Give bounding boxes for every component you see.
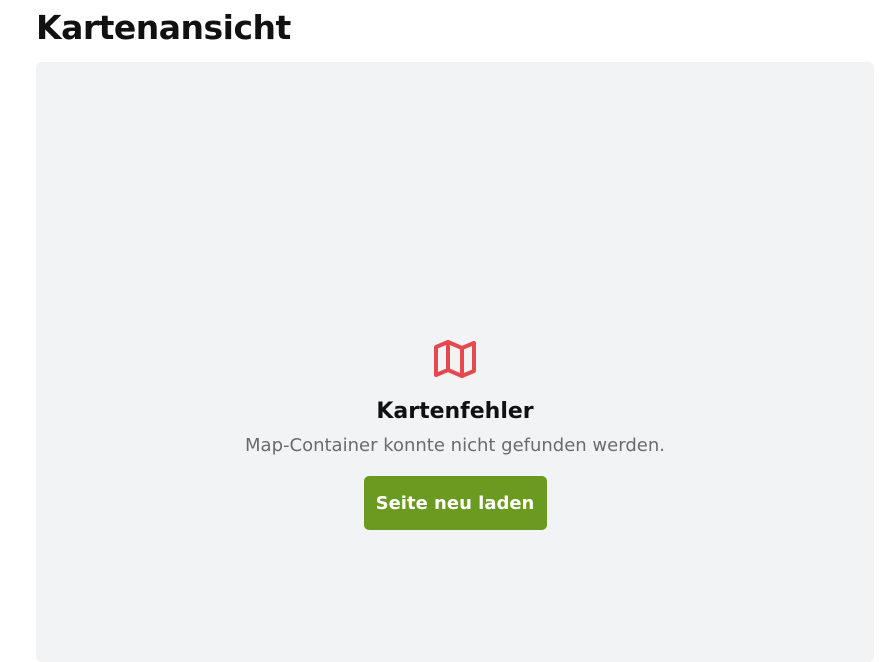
page-title: Kartenansicht bbox=[36, 8, 291, 47]
reload-page-button[interactable]: Seite neu laden bbox=[363, 476, 547, 530]
map-container: Kartenfehler Map-Container konnte nicht … bbox=[36, 62, 874, 662]
error-message: Map-Container konnte nicht gefunden werd… bbox=[245, 435, 665, 456]
map-error-state: Kartenfehler Map-Container konnte nicht … bbox=[36, 338, 874, 530]
error-title: Kartenfehler bbox=[376, 399, 534, 424]
map-icon bbox=[434, 340, 476, 378]
